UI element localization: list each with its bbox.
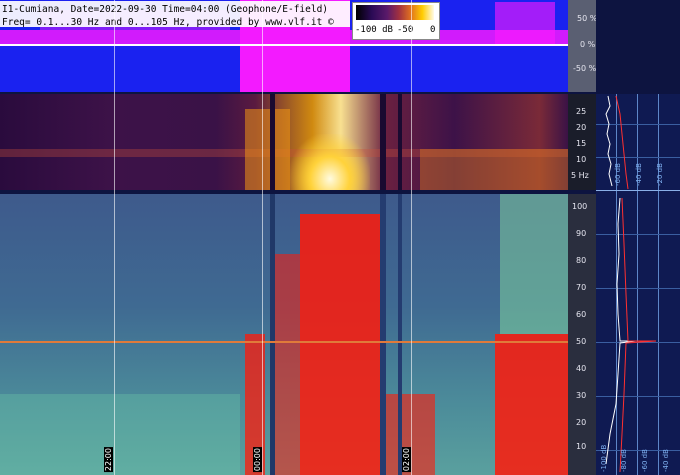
mains-50hz-line (0, 341, 568, 343)
low-axis: 100 90 80 70 60 50 40 30 20 10 (568, 194, 596, 475)
db-label: -80 dB (620, 449, 628, 472)
bright-patch (290, 134, 370, 190)
magenta-band (0, 30, 240, 44)
db-label: -60 dB (641, 449, 649, 472)
low-axis-tick: 100 (572, 202, 588, 211)
scale-label-min: -100 dB (355, 25, 393, 35)
hour-marker-line (114, 0, 115, 475)
db-label: -60 dB (614, 163, 622, 186)
zero-baseline (0, 44, 568, 46)
dark-stripe (398, 94, 402, 190)
red-burst-right (495, 334, 568, 475)
profile-curves (605, 95, 657, 473)
mid-axis: 25 20 15 10 5 Hz (568, 94, 596, 190)
time-label-0200: 02:00 (402, 447, 411, 473)
dark-stripe (380, 194, 386, 475)
time-label-0000: 00:00 (253, 447, 262, 473)
db-label: -40 dB (635, 163, 643, 186)
scale-label-max: 0 (430, 25, 436, 35)
db-label: -40 dB (662, 449, 670, 472)
db-label: -100 dB (600, 444, 608, 472)
warm-patch-right (420, 149, 568, 190)
profile-white-top (605, 95, 613, 187)
dark-stripe (270, 94, 275, 190)
db-label: -20 dB (656, 163, 664, 186)
color-scale-gradient (356, 5, 434, 20)
dark-stripe (270, 194, 275, 475)
green-patch (500, 194, 568, 334)
top-axis: 50 % 0 % -50 % (568, 0, 597, 92)
hour-marker-line (411, 0, 412, 475)
red-burst-main (300, 214, 380, 475)
header-line-2: Freq= 0.1...30 Hz and 0...105 Hz, provid… (2, 17, 334, 28)
profile-red-low (619, 197, 657, 473)
main-spectrogram (0, 194, 568, 475)
spectrum-profile-graph: -60 dB -40 dB -20 dB -100 dB -80 dB -60 … (596, 94, 680, 475)
magenta-peaks (495, 2, 555, 44)
dark-stripe (380, 94, 386, 190)
corner-blank (596, 0, 680, 94)
profile-white-low (605, 197, 637, 465)
warm-patch (245, 109, 290, 190)
dark-stripe (398, 194, 402, 475)
header-text: I1-Cumiana, Date=2022-09-30 Time=04:00 (… (2, 3, 334, 29)
mid-axis-tick: 5 Hz (571, 171, 589, 180)
time-label-2200: 22:00 (104, 447, 113, 473)
low-frequency-spectrogram (0, 94, 568, 190)
header-line-1: I1-Cumiana, Date=2022-09-30 Time=04:00 (… (2, 4, 329, 15)
green-glow (0, 394, 240, 475)
hour-marker-line (262, 0, 263, 475)
